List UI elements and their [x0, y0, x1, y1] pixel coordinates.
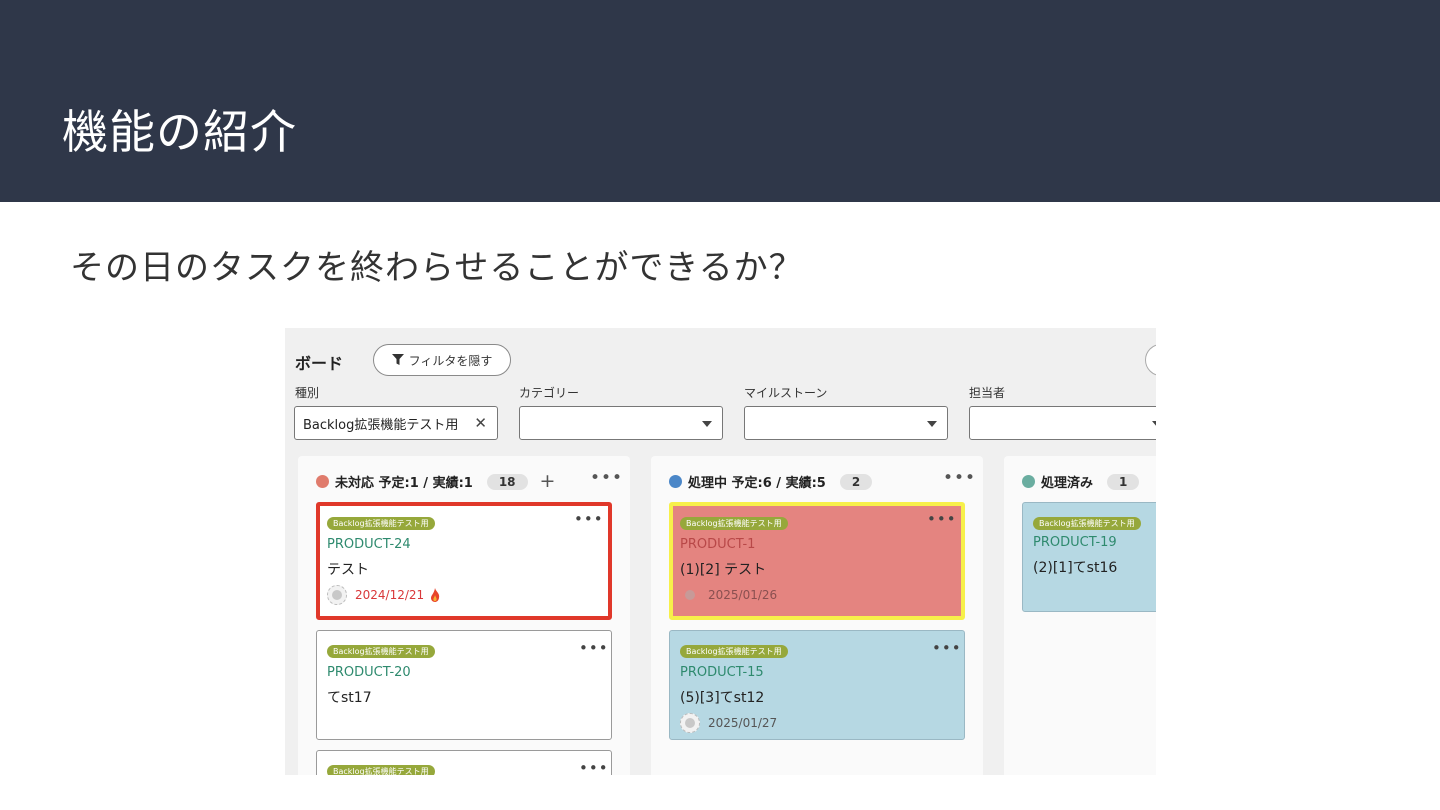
- board-option-button[interactable]: [1145, 344, 1156, 376]
- column-count-badge: 1: [1107, 473, 1140, 490]
- column-count-badge: 2: [839, 473, 873, 490]
- issue-type-tag: Backlog拡張機能テスト用: [327, 765, 435, 775]
- card-meta: 2025/01/26: [680, 585, 777, 605]
- board-column-in-progress: 処理中 予定:6 / 実績:5 2 ••• Backlog拡張機能テスト用 ••…: [651, 456, 983, 775]
- filter-label-type: 種別: [295, 386, 320, 400]
- card-meta: 2024/12/21: [327, 585, 440, 605]
- due-date: 2025/01/27: [708, 716, 778, 730]
- issue-card[interactable]: Backlog拡張機能テスト用 ••• PRODUCT-15 (5)[3]てst…: [669, 630, 965, 740]
- issue-card[interactable]: Backlog拡張機能テスト用 ••• PRODUCT-1 (1)[2] テスト…: [669, 502, 965, 620]
- card-more-icon[interactable]: •••: [574, 510, 604, 528]
- add-card-icon[interactable]: +: [540, 472, 556, 491]
- slide-subtitle: その日のタスクを終わらせることができるか？: [70, 248, 804, 288]
- issue-summary: テスト: [327, 562, 369, 578]
- issue-key-link[interactable]: PRODUCT-15: [680, 665, 764, 680]
- issue-card[interactable]: Backlog拡張機能テスト用 PRODUCT-19 (2)[1]てst16: [1022, 502, 1156, 612]
- card-more-icon[interactable]: •••: [579, 639, 609, 657]
- fire-icon: [431, 588, 440, 602]
- issue-type-tag: Backlog拡張機能テスト用: [680, 645, 788, 658]
- issue-summary: てst17: [327, 690, 372, 706]
- avatar-icon: [680, 585, 700, 605]
- column-more-icon[interactable]: •••: [943, 468, 976, 488]
- issue-summary: (5)[3]てst12: [680, 690, 765, 706]
- issue-key-link[interactable]: PRODUCT-20: [327, 665, 411, 680]
- avatar-icon: [680, 713, 700, 733]
- hide-filter-label: フィルタを隠す: [408, 353, 493, 368]
- column-more-icon[interactable]: •••: [590, 468, 623, 488]
- card-more-icon[interactable]: •••: [579, 759, 609, 775]
- board-screenshot: ボード フィルタを隠す 種別 カテゴリー マイルストーン 担当者 Backlog…: [285, 328, 1156, 775]
- hide-filter-button[interactable]: フィルタを隠す: [373, 344, 511, 376]
- column-count-badge: 18: [486, 473, 528, 490]
- column-title: 未対応 予定:1 / 実績:1: [335, 476, 473, 491]
- clear-icon[interactable]: ✕: [474, 414, 487, 432]
- category-filter-select[interactable]: [519, 406, 723, 440]
- issue-card[interactable]: Backlog拡張機能テスト用 •••: [316, 750, 612, 775]
- issue-key-link[interactable]: PRODUCT-24: [327, 537, 411, 552]
- milestone-filter-select[interactable]: [744, 406, 948, 440]
- issue-type-tag: Backlog拡張機能テスト用: [327, 645, 435, 658]
- assignee-filter-select[interactable]: [969, 406, 1156, 440]
- board-title: ボード: [295, 354, 344, 373]
- column-header: 処理中 予定:6 / 実績:5 2: [669, 472, 873, 491]
- due-date: 2025/01/26: [708, 588, 778, 602]
- issue-type-tag: Backlog拡張機能テスト用: [680, 517, 788, 530]
- board-column-resolved: 処理済み 1 Backlog拡張機能テスト用 PRODUCT-19 (2)[1]…: [1004, 456, 1156, 775]
- card-more-icon[interactable]: •••: [927, 510, 957, 528]
- type-filter-value: Backlog拡張機能テスト用: [303, 417, 459, 433]
- column-header: 未対応 予定:1 / 実績:1 18 +: [316, 472, 555, 491]
- avatar-icon: [327, 585, 347, 605]
- due-date: 2024/12/21: [355, 588, 425, 602]
- status-dot: [1022, 475, 1035, 488]
- issue-card[interactable]: Backlog拡張機能テスト用 ••• PRODUCT-20 てst17: [316, 630, 612, 740]
- card-more-icon[interactable]: •••: [932, 639, 962, 657]
- issue-type-tag: Backlog拡張機能テスト用: [327, 517, 435, 530]
- column-title: 処理中 予定:6 / 実績:5: [688, 476, 826, 491]
- status-dot: [316, 475, 329, 488]
- card-meta: 2025/01/27: [680, 713, 777, 733]
- board-column-open: 未対応 予定:1 / 実績:1 18 + ••• Backlog拡張機能テスト用…: [298, 456, 630, 775]
- issue-summary: (2)[1]てst16: [1033, 560, 1118, 576]
- issue-key-link[interactable]: PRODUCT-19: [1033, 535, 1117, 550]
- filter-label-assignee: 担当者: [969, 386, 1006, 400]
- issue-summary: (1)[2] テスト: [680, 562, 767, 578]
- issue-card[interactable]: Backlog拡張機能テスト用 ••• PRODUCT-24 テスト 2024/…: [316, 502, 612, 620]
- status-dot: [669, 475, 682, 488]
- slide-header: 機能の紹介: [0, 0, 1440, 202]
- chevron-down-icon: [1152, 421, 1156, 427]
- chevron-down-icon: [702, 421, 712, 427]
- column-title: 処理済み: [1041, 476, 1094, 491]
- issue-key-link[interactable]: PRODUCT-1: [680, 537, 755, 552]
- chevron-down-icon: [927, 421, 937, 427]
- column-header: 処理済み 1: [1022, 472, 1140, 491]
- filter-label-category: カテゴリー: [519, 386, 580, 400]
- filter-label-milestone: マイルストーン: [744, 386, 828, 400]
- filter-icon: [391, 354, 404, 365]
- issue-type-tag: Backlog拡張機能テスト用: [1033, 517, 1141, 530]
- type-filter-select[interactable]: Backlog拡張機能テスト用 ✕: [294, 406, 498, 440]
- slide-title: 機能の紹介: [62, 105, 297, 159]
